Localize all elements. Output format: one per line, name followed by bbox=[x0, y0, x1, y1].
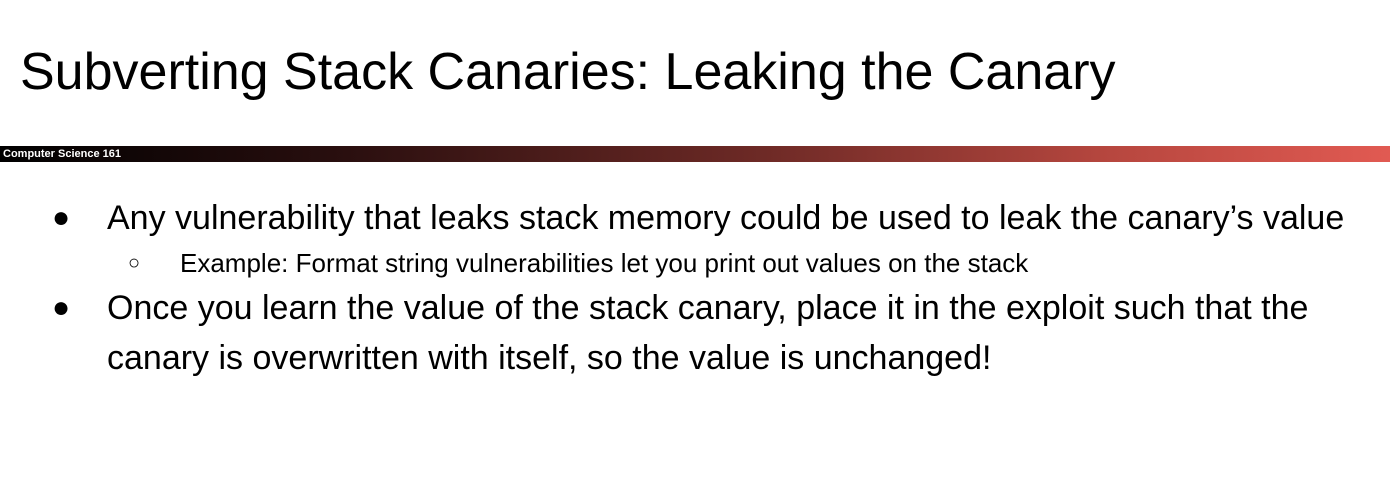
bullet-list: ● Any vulnerability that leaks stack mem… bbox=[0, 193, 1390, 383]
course-label: Computer Science 161 bbox=[3, 148, 121, 160]
bullet-dot-icon: ● bbox=[52, 291, 71, 324]
hollow-circle-icon: ○ bbox=[128, 252, 141, 274]
bullet-text: Any vulnerability that leaks stack memor… bbox=[107, 199, 1345, 237]
sub-bullet-item: ○ Example: Format string vulnerabilities… bbox=[0, 243, 1390, 283]
course-banner-bar: Computer Science 161 bbox=[0, 146, 1390, 162]
bullet-item: ● Any vulnerability that leaks stack mem… bbox=[0, 193, 1347, 243]
bullet-item: ● Once you learn the value of the stack … bbox=[0, 283, 1347, 383]
bullet-text: Once you learn the value of the stack ca… bbox=[107, 289, 1309, 377]
bullet-dot-icon: ● bbox=[52, 201, 71, 234]
sub-bullet-text: Example: Format string vulnerabilities l… bbox=[180, 248, 1029, 278]
slide-title: Subverting Stack Canaries: Leaking the C… bbox=[20, 43, 1116, 101]
